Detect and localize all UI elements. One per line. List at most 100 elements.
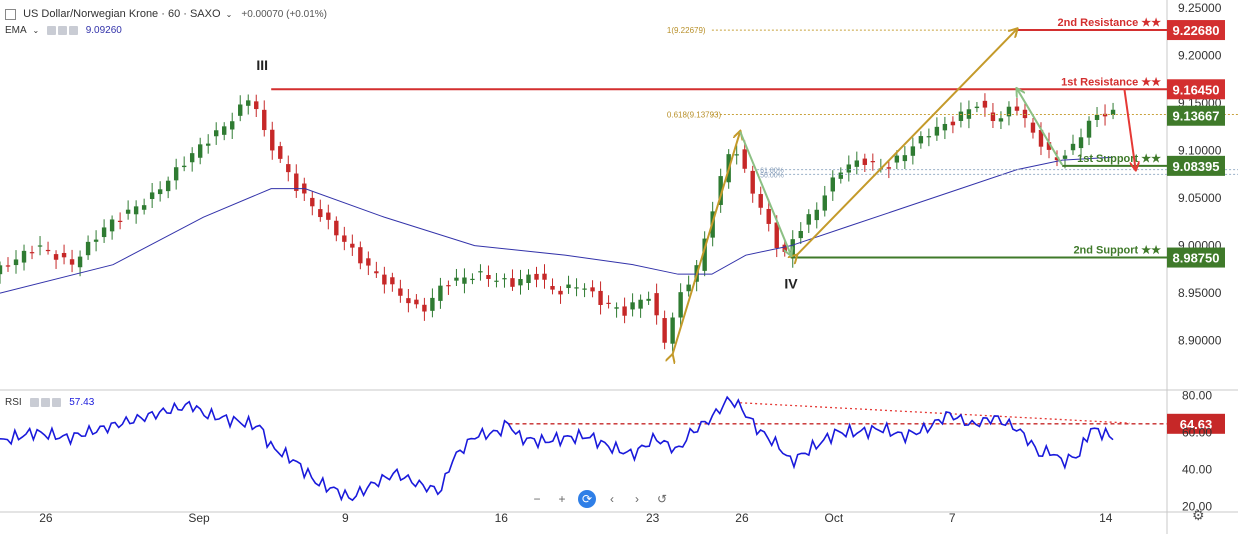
candle-body bbox=[125, 209, 131, 214]
candle-body bbox=[398, 288, 403, 296]
candle-body bbox=[13, 259, 19, 266]
candle-body bbox=[886, 167, 892, 169]
candle-body bbox=[390, 277, 395, 285]
candle-body bbox=[734, 154, 739, 156]
candle-body bbox=[566, 284, 571, 289]
candle-body bbox=[894, 155, 900, 163]
candle-body bbox=[502, 278, 507, 280]
level-price-text: 9.16450 bbox=[1173, 82, 1220, 97]
candle-body bbox=[558, 290, 563, 295]
candle-body bbox=[582, 288, 587, 290]
candle-body bbox=[654, 293, 659, 316]
candle-body bbox=[550, 286, 555, 290]
level-price-text: 9.22680 bbox=[1173, 23, 1220, 38]
candle-body bbox=[958, 111, 964, 121]
date-tick-label: 14 bbox=[1099, 511, 1113, 525]
candle-body bbox=[406, 298, 411, 304]
annotations: 1(9.22679)0.618(9.13793)61.80%50.00%2nd … bbox=[256, 17, 1238, 355]
candle-body bbox=[69, 259, 75, 265]
zoom-in-button[interactable]: + bbox=[553, 490, 571, 508]
date-tick-label: 9 bbox=[342, 511, 349, 525]
candle-body bbox=[85, 241, 91, 256]
ema-line bbox=[0, 156, 1114, 294]
candle-body bbox=[838, 172, 843, 179]
candle-body bbox=[670, 317, 675, 344]
candle-body bbox=[414, 299, 419, 305]
candle-body bbox=[438, 285, 443, 301]
candle-body bbox=[45, 249, 51, 252]
grid bbox=[0, 0, 1238, 534]
scroll-right-button[interactable]: › bbox=[628, 490, 646, 508]
candle-body bbox=[326, 212, 331, 220]
candle-body bbox=[117, 220, 123, 222]
candle-body bbox=[926, 136, 932, 138]
chart-root: { "header": { "symbol_title": "US Dollar… bbox=[0, 0, 1238, 534]
price-tick-label: 9.10000 bbox=[1178, 144, 1222, 158]
candle-body bbox=[510, 278, 515, 287]
candle-body bbox=[1070, 143, 1076, 151]
candle-body bbox=[462, 277, 467, 284]
candle-body bbox=[606, 302, 611, 304]
candle-body bbox=[598, 290, 603, 305]
reset-view-button[interactable]: ⟳ bbox=[578, 490, 596, 508]
level-label: 1st Resistance ★★ bbox=[1061, 76, 1161, 88]
candle-body bbox=[334, 220, 339, 236]
candle-body bbox=[149, 192, 155, 200]
annotation-arrow bbox=[739, 131, 791, 256]
candle-body bbox=[230, 121, 235, 130]
candle-body bbox=[1030, 122, 1036, 133]
candle-body bbox=[910, 146, 916, 156]
candle-body bbox=[181, 165, 187, 168]
candle-body bbox=[77, 256, 83, 268]
candle-body bbox=[902, 155, 908, 162]
candle-body bbox=[374, 271, 379, 274]
candle-body bbox=[806, 214, 811, 225]
gear-icon[interactable]: ⚙ bbox=[1192, 507, 1205, 524]
level-label: 2nd Support ★★ bbox=[1073, 245, 1161, 257]
candle-body bbox=[382, 274, 387, 285]
candle-body bbox=[454, 277, 459, 281]
candle-body bbox=[646, 298, 651, 301]
candle-body bbox=[494, 280, 499, 282]
scroll-left-button[interactable]: ‹ bbox=[603, 490, 621, 508]
candle-body bbox=[21, 250, 27, 263]
candle-body bbox=[518, 278, 523, 286]
date-tick-label: 16 bbox=[495, 511, 509, 525]
candle-body bbox=[1094, 114, 1100, 120]
candle-body bbox=[662, 318, 667, 343]
candle-body bbox=[742, 149, 747, 169]
date-tick-label: 23 bbox=[646, 511, 660, 525]
candle-body bbox=[830, 177, 835, 192]
candle-body bbox=[622, 306, 627, 316]
candle-body bbox=[197, 144, 203, 158]
candle-body bbox=[950, 121, 956, 126]
rsi-tick-label: 40.00 bbox=[1182, 462, 1212, 476]
candle-body bbox=[109, 219, 115, 232]
candle-body bbox=[101, 227, 107, 238]
candle-body bbox=[678, 292, 683, 318]
candle-body bbox=[526, 274, 531, 284]
zoom-out-button[interactable]: − bbox=[528, 490, 546, 508]
candle-body bbox=[173, 167, 179, 181]
candle-body bbox=[846, 164, 852, 173]
fib-label: 50.00% bbox=[760, 172, 784, 179]
candle-body bbox=[5, 265, 11, 267]
candle-body bbox=[29, 252, 35, 254]
candle-body bbox=[1078, 137, 1084, 149]
fib-label: 1(9.22679) bbox=[667, 26, 706, 35]
candle-body bbox=[189, 153, 195, 163]
candle-body bbox=[798, 230, 803, 239]
candle-body bbox=[790, 239, 795, 259]
level-label: 1st Support ★★ bbox=[1077, 153, 1161, 165]
date-tick-label: 26 bbox=[39, 511, 53, 525]
candle-body bbox=[342, 235, 347, 242]
level-label: 2nd Resistance ★★ bbox=[1058, 17, 1162, 29]
candle-body bbox=[262, 109, 267, 131]
candle-body bbox=[165, 180, 171, 192]
candle-body bbox=[590, 287, 595, 292]
undo-button[interactable]: ↺ bbox=[653, 490, 671, 508]
price-tick-label: 9.20000 bbox=[1178, 49, 1222, 63]
rsi-tick-label: 80.00 bbox=[1182, 388, 1212, 402]
candle-body bbox=[542, 273, 547, 280]
candle-body bbox=[1022, 109, 1028, 119]
